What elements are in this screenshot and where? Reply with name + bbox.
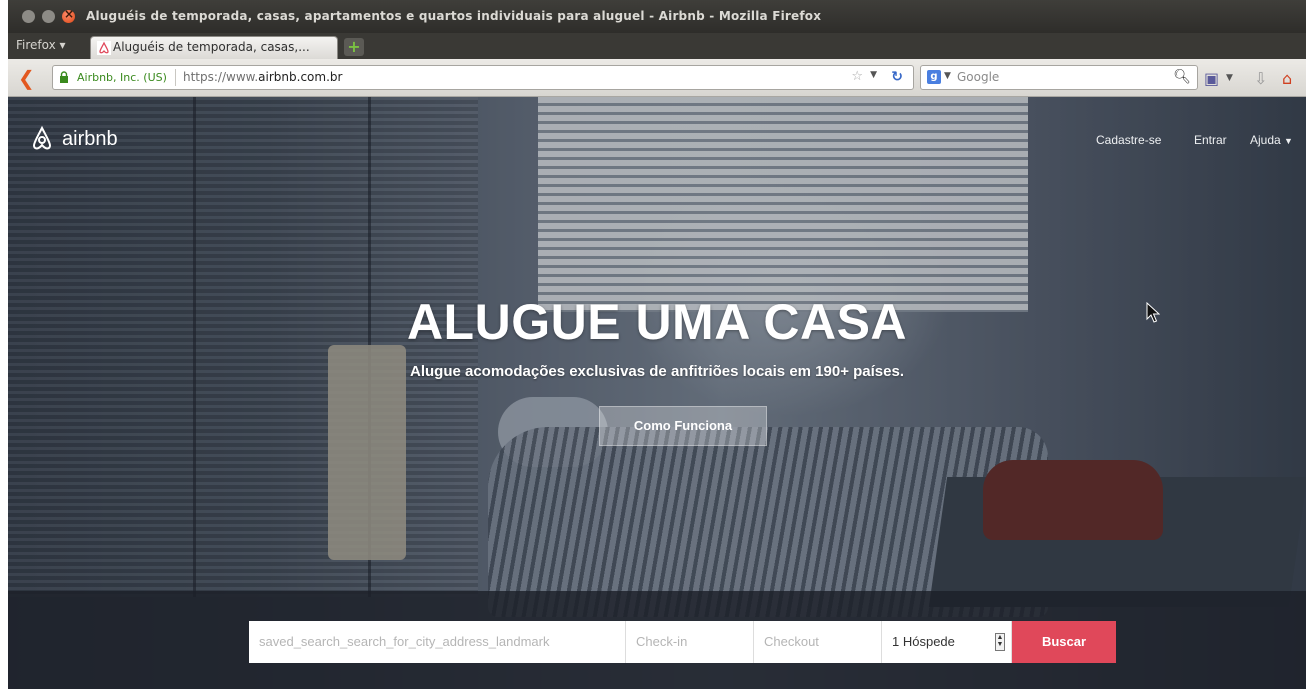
search-engine-dropdown-icon[interactable]: ▼ — [944, 71, 951, 81]
firefox-menu-label: Firefox — [16, 38, 56, 52]
lock-icon — [60, 71, 68, 83]
bookmark-icon[interactable]: ▣ — [1204, 69, 1219, 88]
location-input[interactable]: saved_search_search_for_city_address_lan… — [249, 621, 626, 663]
mouse-pointer-icon — [1146, 302, 1160, 323]
star-icon[interactable]: ☆ — [851, 69, 863, 84]
home-icon[interactable]: ⌂ — [1282, 69, 1292, 88]
url-text[interactable]: https://www.airbnb.com.br — [183, 70, 342, 84]
minimize-window-icon[interactable] — [22, 10, 35, 23]
firefox-menu-button[interactable]: Firefox ▾ — [16, 38, 66, 52]
hero-headline: ALUGUE UMA CASA — [406, 294, 908, 350]
google-icon[interactable]: g — [927, 70, 941, 84]
url-domain: airbnb.com.br — [258, 70, 343, 84]
identity-separator — [175, 69, 176, 86]
checkout-input[interactable]: Checkout — [754, 621, 882, 663]
url-history-dropdown-icon[interactable]: ▼ — [870, 70, 877, 80]
checkin-input[interactable]: Check-in — [626, 621, 754, 663]
login-link[interactable]: Entrar — [1194, 133, 1227, 147]
window-title: Aluguéis de temporada, casas, apartament… — [86, 9, 822, 23]
download-icon[interactable]: ⇩ — [1254, 69, 1267, 88]
help-link-label: Ajuda — [1250, 133, 1281, 147]
tab-label: Aluguéis de temporada, casas,... — [113, 40, 310, 54]
maximize-window-icon[interactable] — [42, 10, 55, 23]
navigation-toolbar: ❮ Airbnb, Inc. (US) https://www.airbnb.c… — [8, 59, 1306, 97]
close-window-icon[interactable] — [62, 7, 75, 23]
bookmark-dropdown-icon[interactable]: ▼ — [1226, 73, 1233, 83]
help-link[interactable]: Ajuda ▼ — [1250, 133, 1293, 147]
tab-strip: Firefox ▾ Aluguéis de temporada, casas,.… — [8, 33, 1306, 59]
hero-section: airbnb Cadastre-se Entrar Ajuda ▼ ALUGUE… — [8, 97, 1306, 689]
search-panel: saved_search_search_for_city_address_lan… — [8, 591, 1306, 689]
back-arrow-icon[interactable]: ❮ — [18, 66, 35, 90]
how-it-works-button[interactable]: Como Funciona — [599, 406, 767, 446]
search-submit-button[interactable]: Buscar — [1012, 621, 1116, 663]
reload-icon[interactable]: ↻ — [891, 69, 903, 85]
window-titlebar: Aluguéis de temporada, casas, apartament… — [8, 0, 1306, 33]
airbnb-favicon-icon — [97, 41, 111, 55]
site-identity-label[interactable]: Airbnb, Inc. (US) — [77, 71, 167, 84]
airbnb-logo-icon — [32, 125, 52, 150]
search-engine-placeholder: Google — [957, 70, 1000, 84]
new-tab-button[interactable]: + — [344, 38, 364, 56]
logo-text: airbnb — [62, 127, 118, 150]
signup-link[interactable]: Cadastre-se — [1096, 133, 1161, 147]
hero-subheadline: Alugue acomodações exclusivas de anfitri… — [410, 363, 904, 380]
guests-select-value: 1 Hóspede — [892, 634, 955, 649]
guests-select[interactable]: 1 Hóspede ▲ ▼ — [882, 621, 1012, 663]
url-prefix: https://www. — [183, 70, 259, 84]
search-bar[interactable]: g ▼ Google 🔍︎ — [920, 65, 1198, 90]
address-bar[interactable]: Airbnb, Inc. (US) https://www.airbnb.com… — [52, 65, 914, 90]
magnifier-icon[interactable]: 🔍︎ — [1173, 69, 1191, 85]
select-arrow-icon[interactable]: ▲ ▼ — [995, 633, 1005, 651]
chevron-down-icon: ▼ — [1284, 136, 1293, 146]
airbnb-logo[interactable]: airbnb — [28, 125, 118, 153]
browser-window: Aluguéis de temporada, casas, apartament… — [8, 0, 1306, 689]
tab-airbnb[interactable]: Aluguéis de temporada, casas,... — [90, 36, 338, 59]
